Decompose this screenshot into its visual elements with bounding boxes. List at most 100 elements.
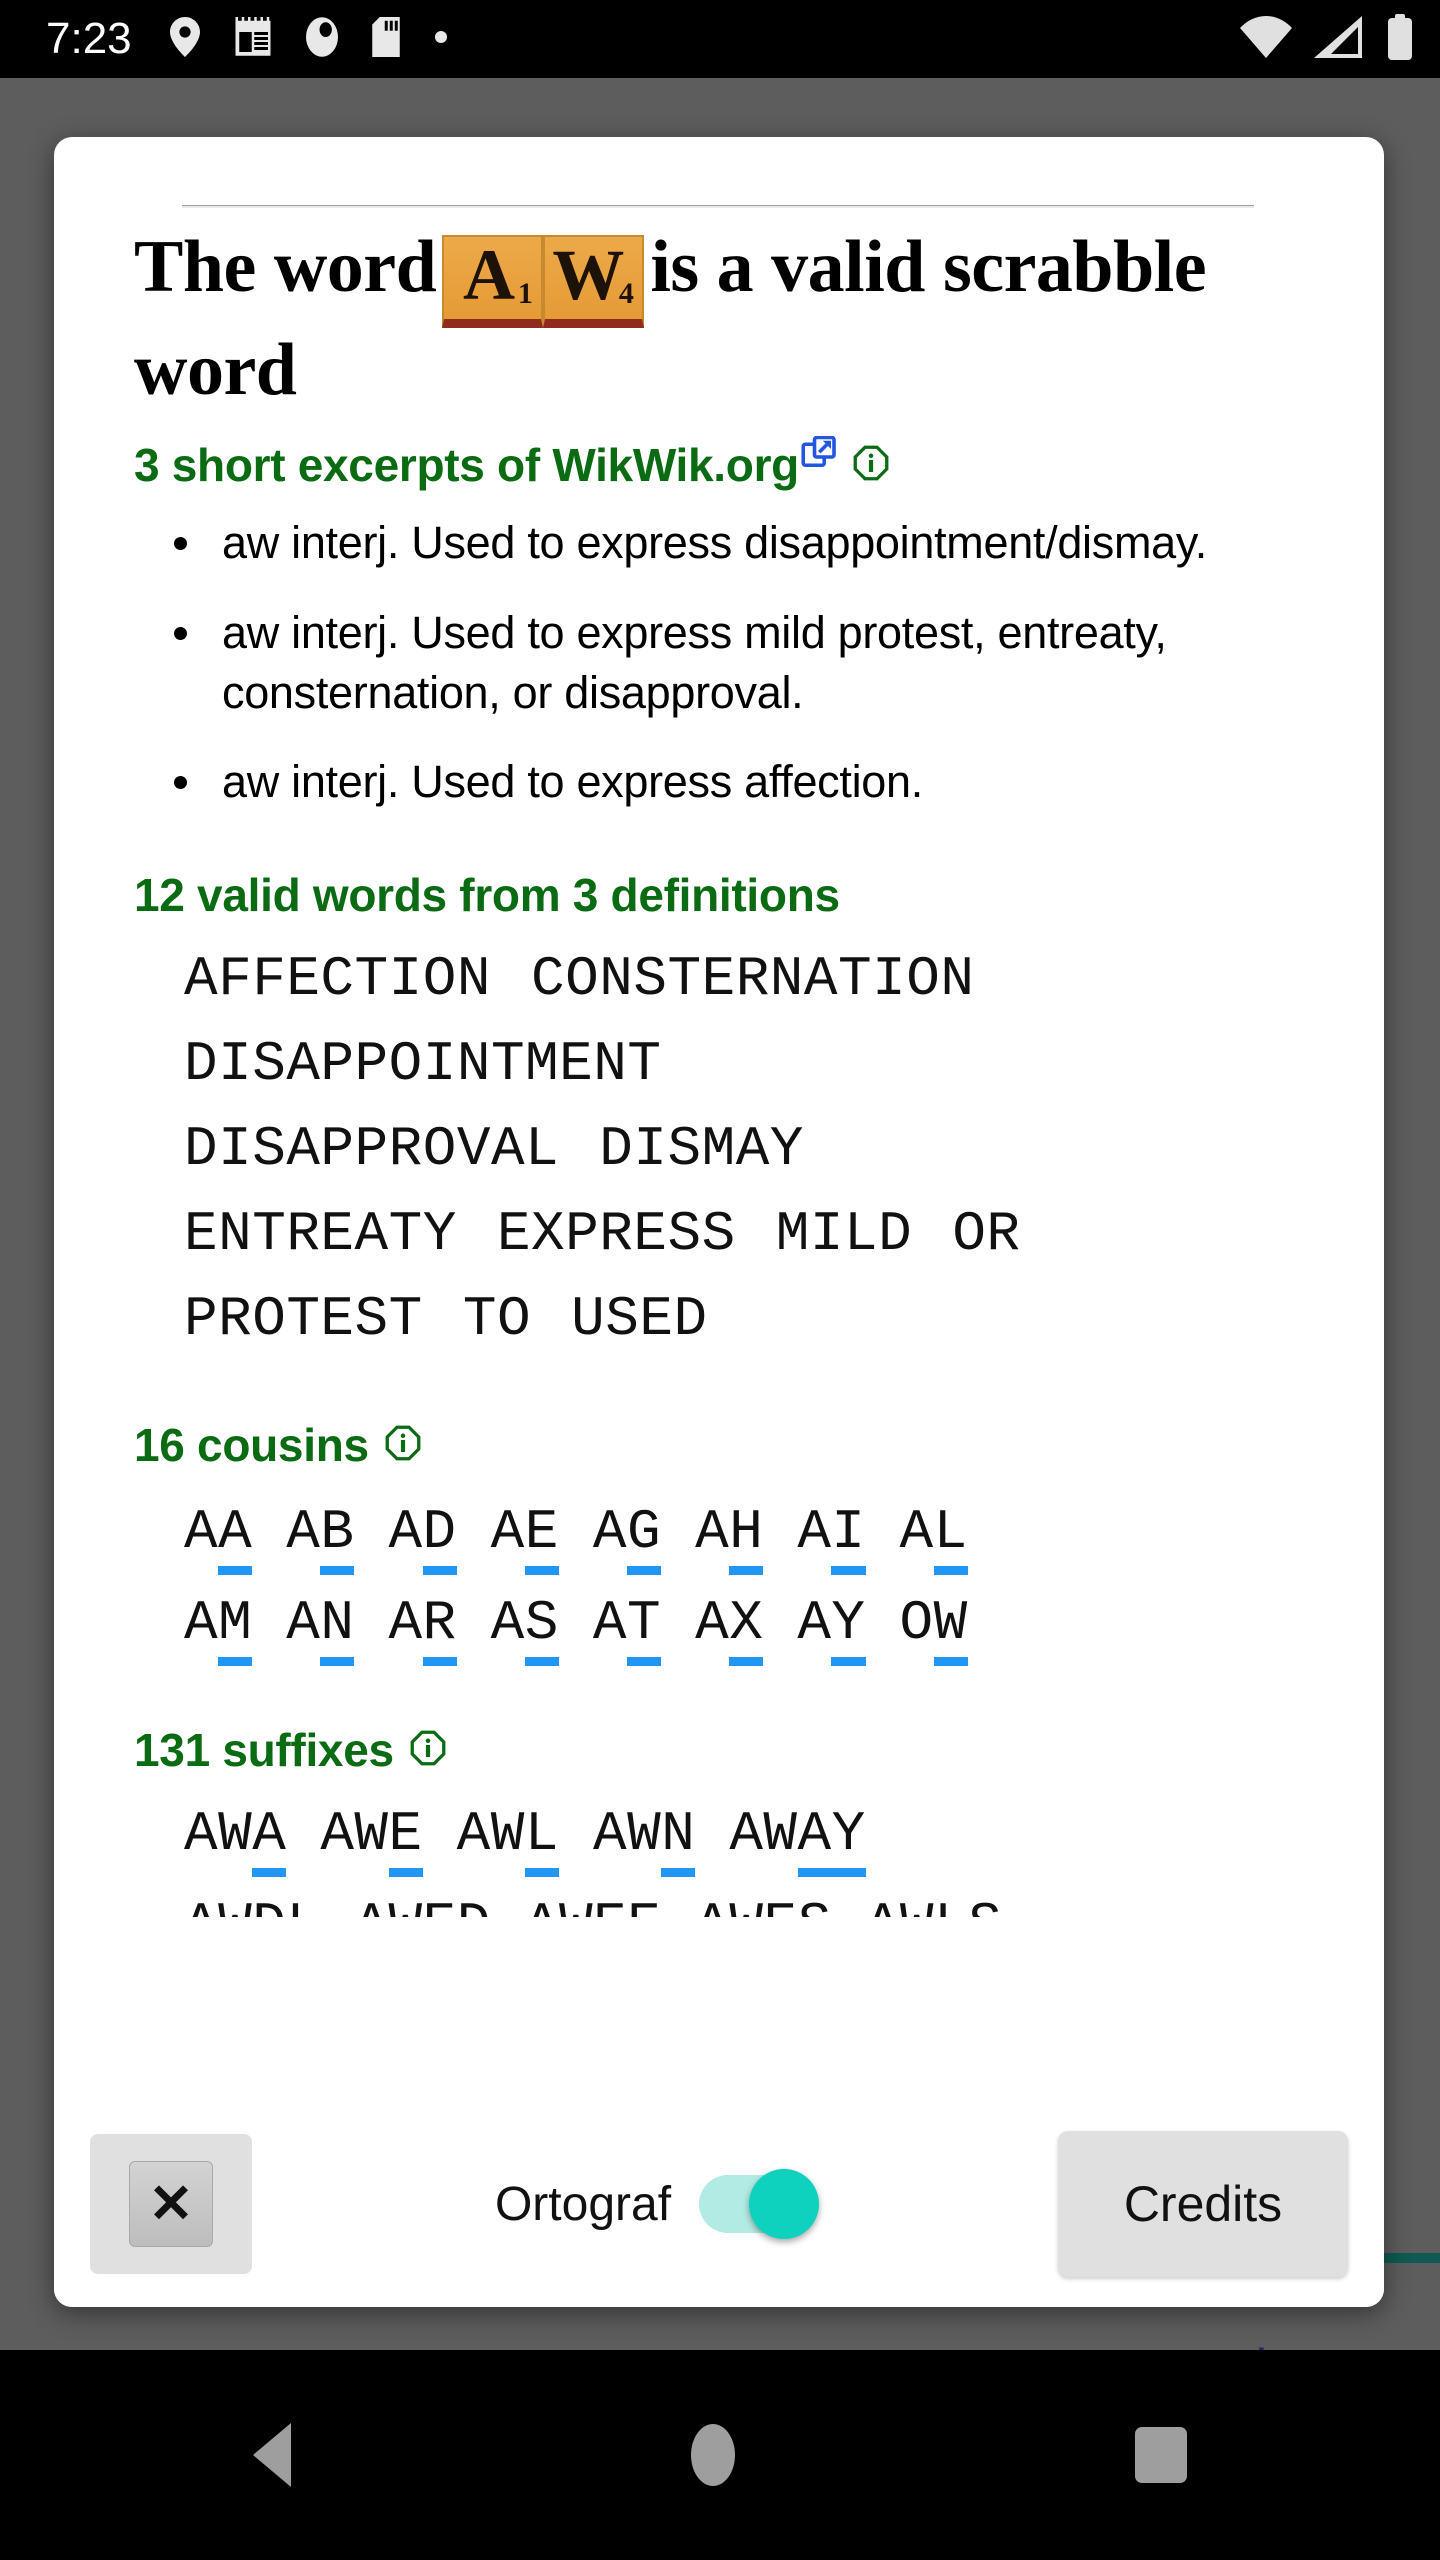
word-head: A: [490, 1590, 525, 1655]
word-tail: Y: [831, 1590, 866, 1666]
word-link[interactable]: AL: [900, 1487, 968, 1578]
page-title: The word A 1 W 4 is a valid scrabble word: [134, 225, 1344, 412]
section-heading-cousins[interactable]: 16 cousins: [134, 1420, 1344, 1471]
dialog-content: The word A 1 W 4 is a valid scrabble word 3 s…: [54, 225, 1384, 1918]
word-link[interactable]: AX: [695, 1578, 764, 1669]
word-link[interactable]: AWLS: [866, 1880, 1003, 1918]
location-pin-icon: [169, 16, 200, 62]
word-head: A: [899, 1500, 934, 1565]
word-tail: R: [422, 1590, 457, 1666]
word-tail: DL: [252, 1892, 321, 1918]
ortograf-toggle[interactable]: [699, 2169, 820, 2239]
cousins-block: AA AB AD AE AG AH AI AL AM AN AR AS AT AX AY OW: [134, 1487, 1344, 1668]
close-icon: ✕: [129, 2161, 213, 2247]
word-link[interactable]: AT: [593, 1578, 662, 1669]
word-link[interactable]: AB: [286, 1487, 355, 1578]
word-head: A: [490, 1500, 525, 1565]
word-link[interactable]: AH: [695, 1487, 764, 1578]
section-heading-label: 3 short excerpts of WikWik.org: [134, 439, 799, 492]
word-link[interactable]: AE: [491, 1487, 559, 1578]
tile-letter: A: [462, 235, 515, 315]
word-head: A: [286, 1590, 321, 1655]
word-tail: N: [320, 1590, 355, 1666]
background-word-text: words: [1153, 2338, 1294, 2350]
cousins-row: AA AB AD AE AG AH AI AL: [134, 1487, 1344, 1578]
word-link[interactable]: AD: [388, 1487, 457, 1578]
word-link[interactable]: AY: [797, 1578, 866, 1669]
wifi-icon: [1240, 15, 1292, 63]
word-head: A: [797, 1590, 832, 1655]
ortograf-label: Ortograf: [494, 2177, 672, 2231]
sd-card-icon: [371, 16, 400, 62]
status-right-icon-group: [1240, 13, 1414, 65]
word-tail: AY: [797, 1802, 866, 1878]
word-link[interactable]: AWAY: [729, 1789, 866, 1880]
word-link[interactable]: AG: [593, 1487, 662, 1578]
word-head: A: [695, 1500, 730, 1565]
word-head: A: [388, 1500, 423, 1565]
word-link[interactable]: AWES: [695, 1880, 832, 1918]
word-link[interactable]: AWL: [457, 1789, 559, 1880]
status-clock: 7:23: [46, 14, 132, 63]
word-link[interactable]: AI: [797, 1487, 866, 1578]
top-divider: [182, 205, 1254, 208]
word-tail: ED: [422, 1892, 491, 1918]
word-link[interactable]: AR: [388, 1578, 457, 1669]
info-icon[interactable]: [853, 440, 889, 491]
status-bar: 7:23: [0, 0, 1440, 78]
dialog-scroll-body[interactable]: The word A 1 W 4 is a valid scrabble word 3 s…: [54, 137, 1384, 2101]
word-tail: A: [252, 1802, 287, 1878]
valid-words-block: AFFECTION CONSTERNATION DISAPPOINTMENT D…: [134, 937, 1344, 1363]
word-link[interactable]: OW: [900, 1578, 968, 1669]
section-heading-excerpts[interactable]: 3 short excerpts of WikWik.org: [134, 436, 1344, 492]
word-tail: S: [524, 1590, 559, 1666]
info-icon[interactable]: [410, 1725, 446, 1776]
home-icon[interactable]: [691, 2424, 735, 2486]
list-item: aw interj. Used to express affection.: [134, 752, 1344, 812]
word-head: A: [388, 1590, 423, 1655]
external-link-icon[interactable]: [801, 431, 837, 482]
battery-icon: [1386, 13, 1414, 65]
word-tail: A: [218, 1500, 253, 1576]
tile-value: 4: [618, 277, 634, 310]
word-head: AW: [184, 1802, 253, 1867]
word-link[interactable]: AM: [184, 1578, 253, 1669]
word-link[interactable]: AWEE: [525, 1880, 662, 1918]
valid-words-line: AFFECTION CONSTERNATION: [184, 946, 975, 1011]
word-tail: B: [320, 1500, 355, 1576]
word-tail: L: [933, 1500, 968, 1576]
word-head: AW: [695, 1893, 763, 1917]
back-icon[interactable]: [253, 2423, 291, 2487]
credits-button[interactable]: Credits: [1058, 2131, 1348, 2277]
word-link[interactable]: AWDL: [184, 1880, 321, 1918]
word-link[interactable]: AA: [184, 1487, 253, 1578]
word-head: AW: [354, 1893, 422, 1917]
valid-words-line: PROTEST TO USED: [184, 1287, 708, 1352]
list-item: aw interj. Used to express mild protest,…: [134, 603, 1344, 723]
ortograf-toggle-group: Ortograf: [252, 2169, 1058, 2239]
close-button[interactable]: ✕: [90, 2134, 252, 2274]
word-tail: G: [626, 1500, 662, 1576]
word-head: O: [899, 1590, 934, 1655]
word-tail: H: [729, 1500, 764, 1576]
section-heading-suffixes[interactable]: 131 suffixes: [134, 1724, 1344, 1776]
word-tail: EE: [593, 1892, 662, 1918]
section-heading-label: 12 valid words from 3 definitions: [134, 869, 840, 922]
word-link[interactable]: AWN: [593, 1789, 696, 1880]
info-icon[interactable]: [385, 1420, 421, 1471]
word-tail: I: [831, 1500, 866, 1576]
word-link[interactable]: AN: [286, 1578, 355, 1669]
word-head: AW: [320, 1802, 389, 1867]
word-link[interactable]: AS: [491, 1578, 559, 1669]
dot-icon: [434, 30, 448, 49]
word-info-dialog: The word A 1 W 4 is a valid scrabble word 3 s…: [54, 137, 1384, 2307]
word-head: AW: [456, 1802, 525, 1867]
recent-apps-icon[interactable]: [1135, 2427, 1187, 2483]
headline-before: The word: [134, 226, 437, 308]
word-link[interactable]: AWE: [320, 1789, 423, 1880]
word-head: AW: [866, 1893, 934, 1917]
word-head: A: [184, 1590, 219, 1655]
word-link[interactable]: AWED: [354, 1880, 491, 1918]
word-link[interactable]: AWA: [184, 1789, 287, 1880]
excerpt-list: aw interj. Used to express disappointmen…: [134, 513, 1344, 812]
